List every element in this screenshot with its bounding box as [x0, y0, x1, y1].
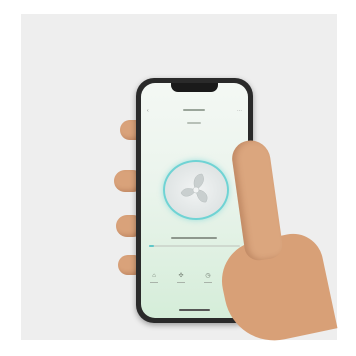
device-title [183, 109, 205, 111]
speed-slider [149, 245, 240, 247]
fan-power-button [163, 160, 229, 220]
more-icon: ⋯ [237, 108, 242, 114]
photo: ‹ ⋯ ⌂ ✣ ◷ [0, 0, 356, 356]
tab-label [204, 282, 212, 283]
fan-icon [180, 173, 208, 203]
tab-timer: ◷ [201, 273, 215, 291]
phone-notch [171, 83, 218, 92]
fan-tab-icon: ✣ [178, 273, 184, 279]
tab-home: ⌂ [147, 273, 161, 291]
tab-label [177, 282, 185, 283]
tab-label [150, 282, 158, 283]
speed-slider-fill [149, 245, 154, 247]
home-icon: ⌂ [152, 273, 156, 279]
device-subtitle [187, 122, 201, 124]
home-indicator [179, 309, 210, 311]
back-icon: ‹ [147, 108, 149, 114]
speed-label [171, 237, 217, 239]
tab-fan: ✣ [174, 273, 188, 291]
timer-icon: ◷ [205, 273, 211, 279]
